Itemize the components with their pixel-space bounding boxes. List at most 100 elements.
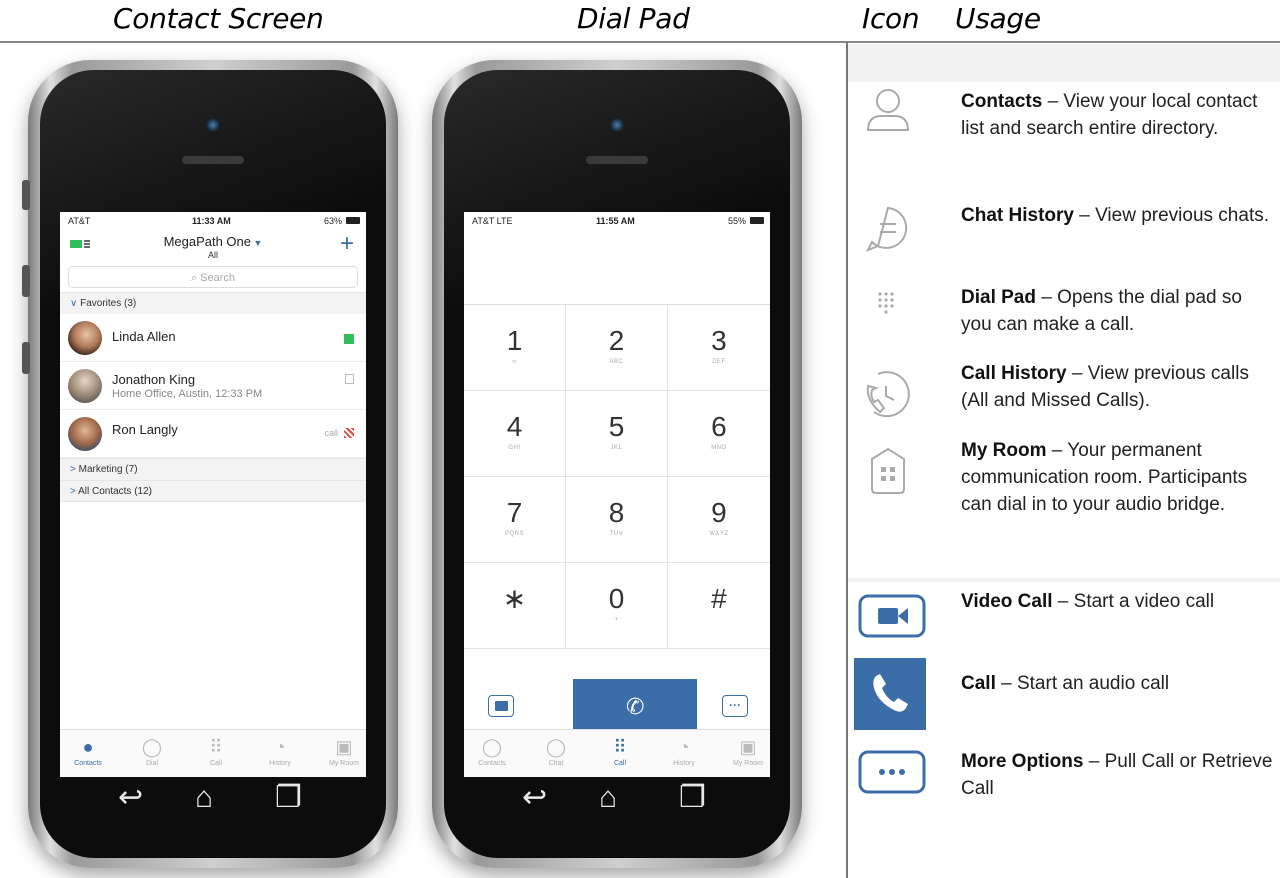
header-icon: Icon (862, 2, 920, 35)
tab-label: My Room (733, 760, 763, 767)
carrier-text: AT&T (68, 216, 91, 226)
hardware-nav: ↩ ⌂ ❐ (40, 778, 386, 818)
tab-contacts[interactable]: ● Contacts (60, 734, 118, 767)
dial-key-2[interactable]: 2 ABC (565, 305, 668, 391)
clock-text: 11:33 AM (192, 216, 231, 226)
search-input[interactable]: ⌕ Search (68, 266, 358, 288)
call-history-icon: ◔ (678, 737, 690, 757)
contact-location: Home Office, Austin, 12:33 PM (112, 388, 263, 400)
contact-row[interactable]: Linda Allen (60, 314, 366, 362)
add-contact-icon[interactable]: + (340, 230, 354, 258)
usage-title: More Options (961, 751, 1084, 772)
usage-title: Contacts (961, 91, 1043, 112)
usage-title: Call (961, 673, 996, 694)
dial-key-4[interactable]: 4 GHI (464, 391, 566, 477)
battery-icon (750, 217, 764, 224)
more-options-button[interactable]: ··· (722, 695, 748, 717)
call-bar: ✆ ··· (464, 679, 770, 735)
contact-row[interactable]: Jonathon King Home Office, Austin, 12:33… (60, 362, 366, 410)
usage-text: Chat History – View previous chats. (961, 202, 1276, 229)
directory-title[interactable]: MegaPath One ▼ (60, 234, 366, 249)
dial-pad-screen: AT&T LTE 11:55 AM 55% 1 ∞ 2 ABC 3 DEF 4 GHI 5 JKL… (464, 212, 770, 777)
key-digit: 0 (608, 583, 625, 614)
tab-call[interactable]: ⠿ Call (590, 734, 650, 767)
key-letters: ∞ (512, 359, 517, 365)
header-divider (0, 41, 1280, 43)
dial-key-star[interactable]: ∗ (464, 563, 566, 649)
tab-history[interactable]: ◔ History (654, 734, 714, 767)
dial-key-3[interactable]: 3 DEF (667, 305, 770, 391)
tab-my-room[interactable]: ▣ My Room (718, 734, 770, 767)
video-camera-icon (495, 701, 508, 711)
tab-my-room[interactable]: ▣ My Room (314, 734, 366, 767)
side-button (22, 265, 30, 297)
key-digit: # (711, 583, 727, 614)
video-call-button[interactable] (488, 695, 514, 717)
home-icon[interactable]: ⌂ (599, 778, 617, 818)
key-digit: 3 (711, 325, 727, 356)
tab-label: My Room (329, 760, 359, 767)
tab-label: Contacts (478, 760, 506, 767)
call-button[interactable]: ✆ (573, 679, 697, 735)
contact-row[interactable]: Ron Langly call (60, 410, 366, 458)
key-letters: + (614, 617, 619, 623)
usage-title: My Room (961, 440, 1047, 461)
group-marketing[interactable]: > Marketing (7) (60, 458, 366, 480)
tab-label: History (269, 760, 291, 767)
header-contact-screen: Contact Screen (113, 2, 324, 35)
tab-label: Contacts (74, 760, 102, 767)
back-icon[interactable]: ↩ (522, 778, 547, 818)
more-options-icon (858, 750, 926, 794)
home-icon[interactable]: ⌂ (195, 778, 213, 818)
status-busy-icon (344, 428, 354, 438)
dial-key-0[interactable]: 0 + (565, 563, 668, 649)
recent-apps-icon[interactable]: ❐ (679, 778, 706, 818)
key-digit: 9 (711, 497, 727, 528)
group-label: Marketing (7) (78, 464, 138, 475)
chat-icon (865, 206, 908, 252)
column-divider (846, 42, 848, 878)
tab-history[interactable]: ◔ History (250, 734, 310, 767)
dial-key-5[interactable]: 5 JKL (565, 391, 668, 477)
status-bar: AT&T 11:33 AM 63% (60, 212, 366, 230)
usage-text: Call – Start an audio call (961, 670, 1276, 697)
phone-dial-pad: AT&T LTE 11:55 AM 55% 1 ∞ 2 ABC 3 DEF 4 GHI 5 JKL… (432, 60, 802, 868)
contact-screen: AT&T 11:33 AM 63% MegaPath One ▼ All + ⌕… (60, 212, 366, 777)
key-digit: 5 (608, 411, 625, 442)
back-icon[interactable]: ↩ (118, 778, 143, 818)
usage-text: Video Call – Start a video call (961, 588, 1276, 615)
dial-key-9[interactable]: 9 WXYZ (667, 477, 770, 563)
usage-text: Call History – View previous calls (All … (961, 360, 1276, 414)
dial-key-7[interactable]: 7 PQRS (464, 477, 566, 563)
key-digit: ∗ (502, 583, 527, 614)
earpiece (182, 156, 244, 164)
phone-body: AT&T LTE 11:55 AM 55% 1 ∞ 2 ABC 3 DEF 4 GHI 5 JKL… (444, 70, 790, 858)
tab-chat[interactable]: ◯ Chat (526, 734, 586, 767)
dial-key-6[interactable]: 6 MNO (667, 391, 770, 477)
dial-key-1[interactable]: 1 ∞ (464, 305, 566, 391)
side-button (22, 342, 30, 374)
tab-contacts[interactable]: ◯ Contacts (464, 734, 522, 767)
key-letters: PQRS (504, 531, 524, 537)
tab-label: Call (209, 760, 223, 767)
key-letters: MNO (711, 445, 727, 451)
chevron-right-icon: > (70, 486, 79, 497)
group-favorites[interactable]: ∨ Favorites (3) (60, 292, 366, 314)
header-dial-pad: Dial Pad (577, 2, 690, 35)
key-digit: 1 (506, 325, 523, 356)
tab-label: Chat (548, 760, 564, 767)
chat-icon: ◯ (545, 737, 567, 757)
directory-subtitle: All (207, 250, 218, 260)
call-history-icon: ◔ (274, 737, 286, 757)
recent-apps-icon[interactable]: ❐ (275, 778, 302, 818)
usage-desc: – Start a video call (1052, 591, 1215, 612)
dial-key-8[interactable]: 8 TUV (565, 477, 668, 563)
dial-key-hash[interactable]: # (667, 563, 770, 649)
contact-list: ∨ Favorites (3) Linda Allen Jonathon Kin… (60, 292, 366, 502)
group-all-contacts[interactable]: > All Contacts (12) (60, 480, 366, 502)
tab-bar: ● Contacts ◯ Dial ⠿ Call ◔ History ▣ My Room (60, 729, 366, 777)
tab-dial[interactable]: ◯ Dial (122, 734, 182, 767)
tab-call[interactable]: ⠿ Call (186, 734, 246, 767)
usage-text: Contacts – View your local contact list … (961, 88, 1276, 142)
key-digit: 4 (506, 411, 523, 442)
